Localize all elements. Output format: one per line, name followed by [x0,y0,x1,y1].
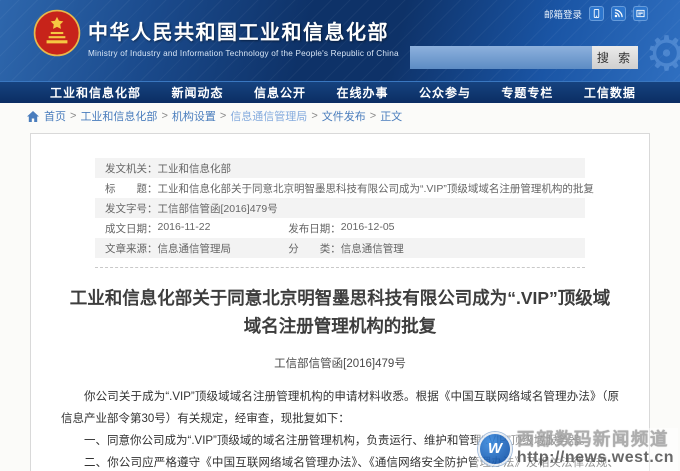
west-cn-logo-icon: W [478,432,512,466]
meta-value: 2016-11-22 [158,221,211,236]
meta-row-issuing-agency: 发文机关：工业和信息化部 [95,158,585,178]
paragraph-intro: 你公司关于成为“.VIP”顶级域域名注册管理机构的申请材料收悉。根据《中国互联网… [61,386,619,430]
watermark-url: http://news.west.cn [517,449,674,467]
breadcrumb-separator: > [220,110,226,122]
gear-decoration-icon: ⚙ [645,26,680,82]
meta-row-source-category: 文章来源：信息通信管理局 分 类：信息通信管理 [95,238,585,258]
document-title: 工业和信息化部关于同意北京明智墨思科技有限公司成为“.VIP”顶级域域名注册管理… [62,284,618,340]
nav-item-online-services[interactable]: 在线办事 [336,84,388,101]
meta-label: 标 题： [105,181,158,196]
nav-item-icit-data[interactable]: 工信数据 [584,84,636,101]
mobile-icon[interactable] [589,6,604,21]
meta-value: 2016-12-05 [341,221,395,236]
breadcrumb-home[interactable]: 首页 [44,108,66,124]
site-subtitle: Ministry of Industry and Information Tec… [88,49,399,58]
page: ⚙ ⚙ 中华人民共和国工业和信息化部 Ministry of Industry … [0,0,680,471]
site-titles: 中华人民共和国工业和信息化部 Ministry of Industry and … [88,16,399,58]
meta-row-title: 标 题：工业和信息化部关于同意北京明智墨思科技有限公司成为“.VIP”顶级域域名… [95,178,585,198]
meta-label: 发文字号： [105,201,158,216]
breadcrumb-file-release[interactable]: 文件发布 [322,108,366,124]
meta-value: 工业和信息化部关于同意北京明智墨思科技有限公司成为“.VIP”顶级域域名注册管理… [158,181,594,196]
divider [95,267,585,268]
meta-value: 工信部信管函[2016]479号 [158,201,278,216]
meta-value: 信息通信管理局 [158,241,232,256]
site-header: ⚙ ⚙ 中华人民共和国工业和信息化部 Ministry of Industry … [0,0,680,81]
breadcrumb: 首页 > 工业和信息化部 > 机构设置 > 信息通信管理局 > 文件发布 > 正… [0,103,680,129]
search-button[interactable]: 搜 索 [592,46,638,69]
meta-row-doc-number: 发文字号：工信部信管函[2016]479号 [95,198,585,218]
breadcrumb-current-article: 正文 [380,108,402,124]
watermark: W 西部数码新闻频道 http://news.west.cn [476,428,678,471]
nav-item-public-participation[interactable]: 公众参与 [419,84,471,101]
breadcrumb-separator: > [161,110,167,122]
watermark-text: 西部数码新闻频道 http://news.west.cn [517,430,674,467]
breadcrumb-miit[interactable]: 工业和信息化部 [80,108,157,124]
meta-label: 分 类： [288,241,341,256]
nav-item-news[interactable]: 新闻动态 [171,84,223,101]
top-links: 邮箱登录 [544,6,648,21]
national-emblem-logo [33,9,81,57]
meta-row-dates: 成文日期：2016-11-22 发布日期：2016-12-05 [95,218,585,238]
home-icon[interactable] [27,111,39,122]
site-title: 中华人民共和国工业和信息化部 [88,16,399,45]
meta-label: 发文机关： [105,161,158,176]
meta-label: 文章来源： [105,241,158,256]
breadcrumb-separator: > [70,110,76,122]
document-number: 工信部信管函[2016]479号 [31,355,649,371]
meta-label: 发布日期： [288,221,341,236]
breadcrumb-separator: > [370,110,376,122]
rss-icon[interactable] [611,6,626,21]
breadcrumb-separator: > [311,110,317,122]
breadcrumb-org-setup[interactable]: 机构设置 [172,108,216,124]
document-card: 发文机关：工业和信息化部 标 题：工业和信息化部关于同意北京明智墨思科技有限公司… [30,133,650,471]
main-nav: 工业和信息化部 新闻动态 信息公开 在线办事 公众参与 专题专栏 工信数据 [0,81,680,103]
nav-item-miit[interactable]: 工业和信息化部 [50,84,141,101]
watermark-channel-name: 西部数码新闻频道 [517,430,674,449]
meta-value: 信息通信管理 [341,241,404,256]
mail-login-link[interactable]: 邮箱登录 [544,7,582,21]
breadcrumb-bureau[interactable]: 信息通信管理局 [230,108,307,124]
meta-label: 成文日期： [105,221,158,236]
nav-item-info-disclosure[interactable]: 信息公开 [254,84,306,101]
meta-value: 工业和信息化部 [158,161,232,176]
search-input[interactable] [410,46,592,69]
nav-item-special-topics[interactable]: 专题专栏 [501,84,553,101]
search-bar: 搜 索 [410,46,638,69]
news-icon[interactable] [633,6,648,21]
document-meta-table: 发文机关：工业和信息化部 标 题：工业和信息化部关于同意北京明智墨思科技有限公司… [95,158,585,258]
